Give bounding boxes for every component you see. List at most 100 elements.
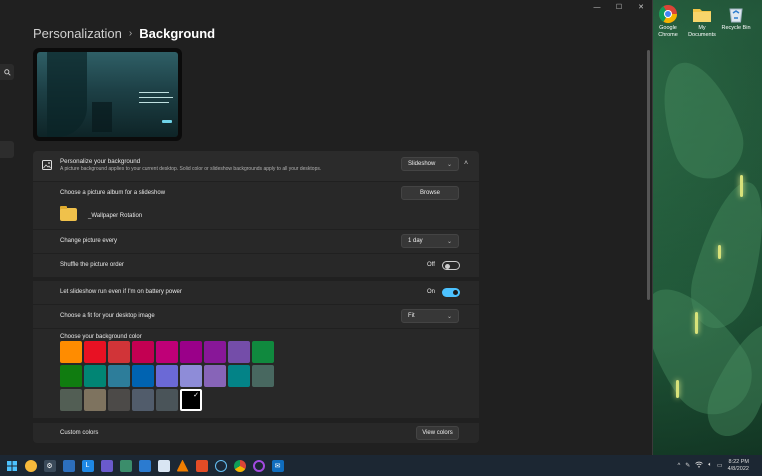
- color-swatch[interactable]: [108, 389, 130, 411]
- collapse-chevron-icon[interactable]: ˄: [464, 160, 468, 167]
- desktop-icon-recycle-bin[interactable]: Recycle Bin: [718, 2, 754, 32]
- tray-chevron-icon[interactable]: ^: [677, 463, 680, 469]
- color-swatch[interactable]: [84, 389, 106, 411]
- folder-row: _Wallpaper Rotation: [33, 205, 479, 229]
- shuffle-toggle[interactable]: [442, 261, 460, 270]
- dropdown-value: Slideshow: [408, 161, 436, 167]
- color-swatch[interactable]: [180, 365, 202, 387]
- picture-icon: [42, 160, 52, 170]
- color-swatch[interactable]: [84, 341, 106, 363]
- color-swatch[interactable]: [156, 389, 178, 411]
- personalize-background-card[interactable]: Personalize your background A picture ba…: [33, 151, 479, 181]
- sidebar-selected-item[interactable]: [0, 141, 14, 158]
- shuffle-row: Shuffle the picture order Off: [33, 253, 479, 277]
- battery-icon[interactable]: ▭: [717, 462, 723, 469]
- shuffle-label: Shuffle the picture order: [60, 262, 124, 268]
- folder-icon: [60, 206, 77, 221]
- battery-toggle[interactable]: [442, 288, 460, 297]
- color-swatch[interactable]: [228, 365, 250, 387]
- color-swatch[interactable]: [60, 365, 82, 387]
- weather-icon[interactable]: [24, 459, 37, 472]
- photos-icon[interactable]: [100, 459, 113, 472]
- settings-window: — ☐ ✕ Personalization › Background Perso…: [0, 0, 653, 455]
- calendar-icon[interactable]: [157, 459, 170, 472]
- color-swatch[interactable]: ✓: [180, 389, 202, 411]
- personalize-title: Personalize your background: [60, 158, 141, 165]
- color-swatch[interactable]: [252, 341, 274, 363]
- custom-colors-row: Custom colors View colors: [33, 422, 479, 443]
- network-icon[interactable]: [119, 459, 132, 472]
- color-swatch[interactable]: [180, 341, 202, 363]
- chrome-icon[interactable]: [233, 459, 246, 472]
- search-button[interactable]: [0, 64, 14, 80]
- shuffle-state: Off: [427, 262, 435, 268]
- folder-icon: [692, 4, 712, 24]
- media-icon[interactable]: [138, 459, 151, 472]
- desktop-icon-label: Recycle Bin: [721, 25, 751, 31]
- color-swatch[interactable]: [132, 341, 154, 363]
- color-swatch[interactable]: [228, 341, 250, 363]
- browse-button[interactable]: Browse: [401, 186, 459, 200]
- folder-name: _Wallpaper Rotation: [88, 213, 143, 219]
- start-icon[interactable]: [6, 460, 18, 472]
- title-bar: — ☐ ✕: [586, 0, 652, 14]
- chevron-down-icon: ⌄: [446, 314, 452, 320]
- color-swatch[interactable]: [156, 365, 178, 387]
- wifi-icon[interactable]: [695, 461, 704, 470]
- clock[interactable]: 8:22 PM 4/8/2022: [728, 459, 749, 473]
- color-swatch[interactable]: [84, 365, 106, 387]
- l-app-icon[interactable]: L: [81, 459, 94, 472]
- dropdown-value: 1 day: [408, 238, 423, 244]
- view-colors-button[interactable]: View colors: [416, 426, 459, 440]
- minimize-button[interactable]: —: [586, 0, 608, 14]
- store-icon[interactable]: [62, 459, 75, 472]
- background-type-dropdown[interactable]: Slideshow ⌄: [401, 157, 459, 171]
- recycle-bin-icon: [726, 4, 746, 24]
- search-icon: [3, 68, 11, 76]
- desktop-preview: [33, 48, 182, 141]
- steam-icon[interactable]: [214, 459, 227, 472]
- color-swatch[interactable]: [108, 341, 130, 363]
- pen-icon[interactable]: ✎: [685, 462, 690, 469]
- desktop-icon-label: Google Chrome: [658, 25, 678, 38]
- volume-icon[interactable]: 🔈︎: [708, 462, 712, 469]
- color-swatch[interactable]: [60, 389, 82, 411]
- breadcrumb: Personalization › Background: [33, 26, 215, 41]
- battery-state: On: [427, 289, 436, 295]
- color-swatch[interactable]: [204, 365, 226, 387]
- custom-colors-label: Custom colors: [60, 430, 99, 436]
- paint-icon[interactable]: [195, 459, 208, 472]
- fit-label: Choose a fit for your desktop image: [60, 313, 155, 319]
- page-title: Background: [139, 26, 216, 41]
- circle-app-icon[interactable]: [252, 459, 265, 472]
- fit-row: Choose a fit for your desktop image Fit …: [33, 304, 479, 328]
- change-picture-row: Change picture every 1 day ⌄: [33, 229, 479, 253]
- chrome-icon: [658, 4, 678, 24]
- color-label: Choose your background color: [60, 334, 142, 340]
- color-swatch[interactable]: [60, 341, 82, 363]
- desktop-icon-my-documents[interactable]: My Documents: [684, 2, 720, 38]
- system-tray: ^ ✎ 🔈︎ ▭ 8:22 PM 4/8/2022: [677, 455, 758, 476]
- maximize-button[interactable]: ☐: [608, 0, 630, 14]
- color-swatch[interactable]: [132, 365, 154, 387]
- fit-dropdown[interactable]: Fit ⌄: [401, 309, 459, 323]
- battery-row: Let slideshow run even if I'm on battery…: [33, 280, 479, 304]
- vlc-icon[interactable]: [176, 459, 189, 472]
- color-swatch[interactable]: [108, 365, 130, 387]
- desktop-icon-chrome[interactable]: Google Chrome: [650, 2, 686, 38]
- color-swatch[interactable]: [156, 341, 178, 363]
- breadcrumb-personalization[interactable]: Personalization: [33, 26, 122, 41]
- checkmark-icon: ✓: [193, 392, 199, 399]
- scrollbar[interactable]: [647, 50, 650, 300]
- color-swatch[interactable]: [132, 389, 154, 411]
- change-picture-label: Change picture every: [60, 238, 118, 244]
- close-button[interactable]: ✕: [630, 0, 652, 14]
- album-label: Choose a picture album for a slideshow: [60, 190, 166, 196]
- color-swatch[interactable]: [252, 365, 274, 387]
- clock-time: 8:22 PM: [728, 458, 749, 465]
- settings-icon[interactable]: ⚙: [43, 459, 56, 472]
- color-swatch[interactable]: [204, 341, 226, 363]
- mail-icon[interactable]: ✉: [271, 459, 284, 472]
- change-interval-dropdown[interactable]: 1 day ⌄: [401, 234, 459, 248]
- desktop-icon-label: My Documents: [688, 25, 716, 38]
